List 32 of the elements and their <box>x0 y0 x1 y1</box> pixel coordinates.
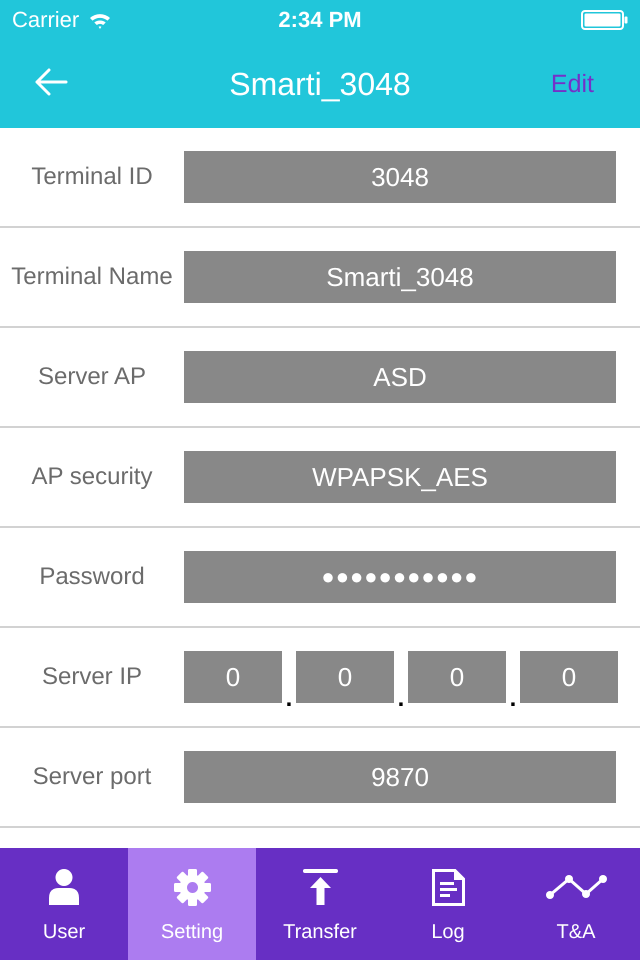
field-label: AP security <box>30 465 154 489</box>
field-label: Server IP <box>40 665 144 689</box>
wifi-icon <box>89 12 112 28</box>
ip-separator: . <box>284 687 294 711</box>
ip-separator: . <box>508 687 518 711</box>
input-field[interactable]: 9870 <box>184 751 616 803</box>
input-field[interactable]: WPAPSK_AES <box>184 451 616 503</box>
ip-segment-field[interactable]: 0 <box>408 651 506 703</box>
back-arrow-icon <box>34 68 68 96</box>
ip-segment-field[interactable]: 0 <box>184 651 282 703</box>
line-chart-icon <box>546 875 606 899</box>
field-label: Terminal Name <box>10 265 174 289</box>
upload-icon <box>302 869 338 905</box>
edit-button[interactable]: Edit <box>550 68 594 100</box>
field-label: Server AP <box>36 365 148 389</box>
ip-segment-field[interactable]: 0 <box>520 651 618 703</box>
ip-segment-field[interactable]: 0 <box>296 651 394 703</box>
password-field[interactable]: ●●●●●●●●●●● <box>184 551 616 603</box>
field-label: Terminal ID <box>30 165 154 189</box>
field-label: Server port <box>32 765 152 789</box>
carrier-name: Carrier <box>12 9 80 31</box>
input-field[interactable]: 3048 <box>184 151 616 203</box>
input-field[interactable]: ASD <box>184 351 616 403</box>
document-icon <box>432 868 464 906</box>
user-icon <box>49 869 79 905</box>
screen-title: Smarti_3048 <box>229 68 411 100</box>
battery-icon <box>581 10 628 30</box>
tab[interactable]: Setting <box>128 848 256 960</box>
input-field[interactable]: Smarti_3048 <box>184 251 616 303</box>
field-label: Password <box>38 565 146 589</box>
ip-separator: . <box>396 687 406 711</box>
clock-time: 2:34 PM <box>278 9 362 31</box>
